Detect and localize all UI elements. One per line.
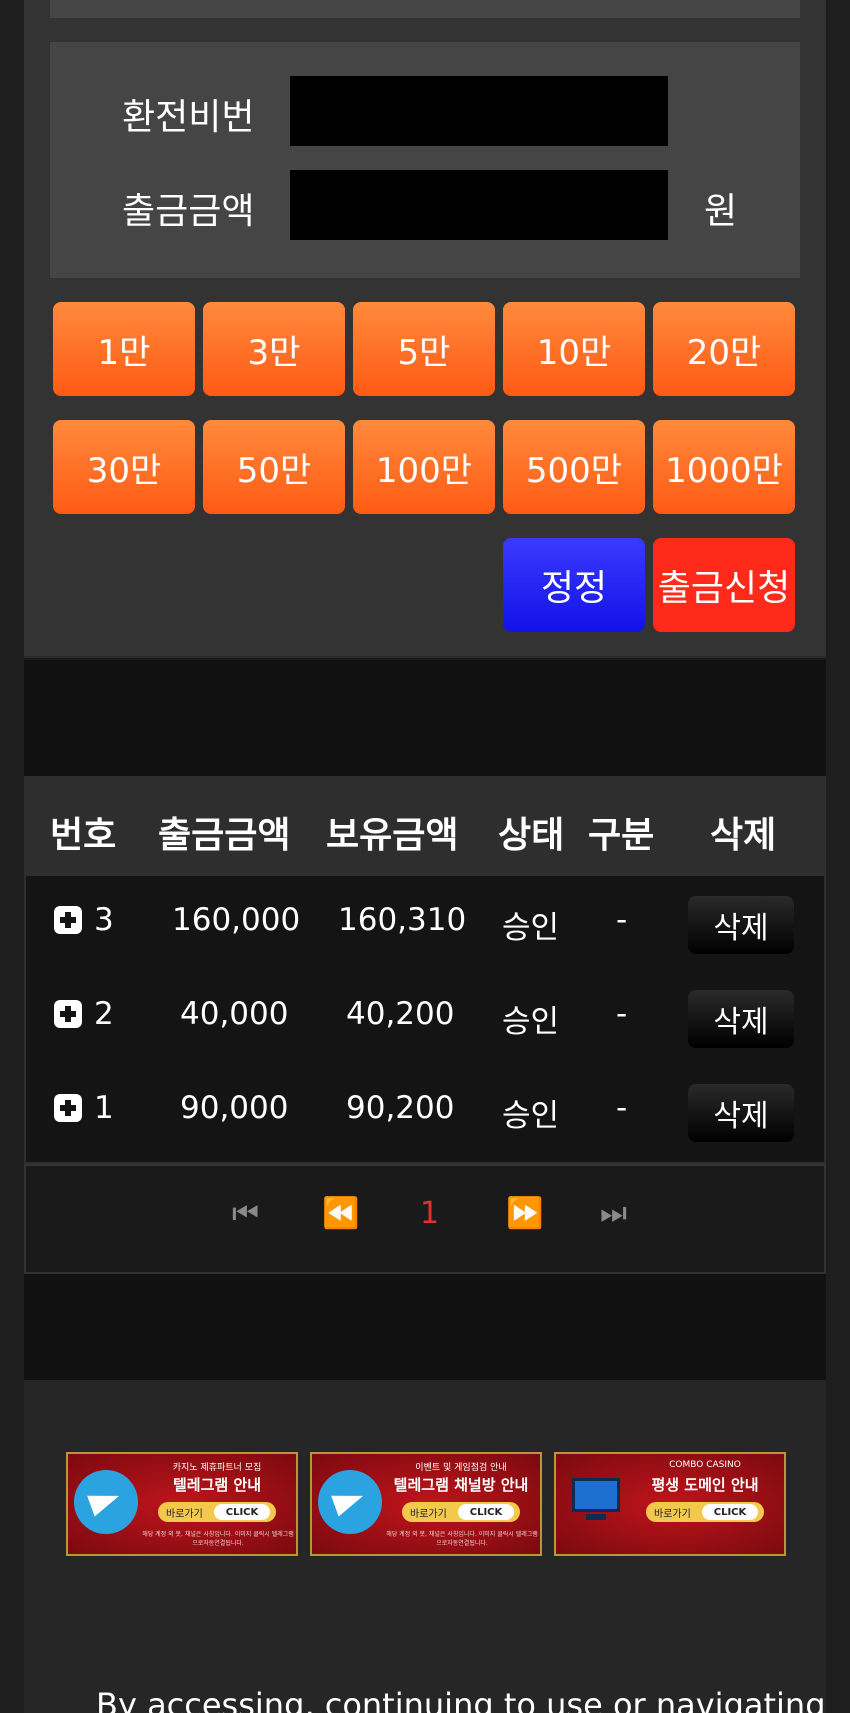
telegram-channel-banner[interactable]: 이벤트 및 게임점검 안내 텔레그램 채널방 안내 바로가기 CLICK 해당 …	[310, 1452, 542, 1556]
amount-button-5[interactable]: 5만	[353, 302, 495, 396]
domain-banner[interactable]: COMBO CASINO 평생 도메인 안내 바로가기 CLICK	[554, 1452, 786, 1556]
pill-label: 바로가기	[654, 1508, 691, 1520]
telegram-icon	[74, 1470, 138, 1534]
prev-page-icon[interactable]: ⏪	[322, 1196, 359, 1231]
header-type: 구분	[588, 815, 655, 856]
banner-title: 평생 도메인 안내	[651, 1476, 759, 1494]
amount-button-1000[interactable]: 1000만	[653, 420, 795, 514]
delete-button[interactable]: 삭제	[688, 990, 794, 1048]
banner-pill: 바로가기 CLICK	[646, 1502, 764, 1522]
withdraw-history-table: 번호 출금금액 보유금액 상태 구분 삭제 3 160,000 160,310 …	[24, 776, 826, 1164]
banner-subtitle: 카지노 제휴파트너 모집	[172, 1463, 262, 1473]
banner-pill: 바로가기 CLICK	[402, 1502, 520, 1522]
telegram-banner[interactable]: 카지노 제휴파트너 모집 텔레그램 안내 바로가기 CLICK 해당 계정 외 …	[66, 1452, 298, 1556]
row-no: 3	[94, 902, 114, 938]
pill-click: CLICK	[458, 1504, 514, 1520]
amount-button-1[interactable]: 1만	[53, 302, 195, 396]
banner-pill: 바로가기 CLICK	[158, 1502, 276, 1522]
amount-button-50[interactable]: 50만	[203, 420, 345, 514]
spacer	[24, 1274, 826, 1380]
header-withdraw: 출금금액	[158, 815, 291, 856]
table-row: 2 40,000 40,200 승인 - 삭제	[26, 970, 824, 1064]
row-no: 1	[94, 1090, 114, 1126]
spacer	[24, 660, 826, 776]
row-withdraw: 90,000	[180, 1090, 289, 1126]
left-margin	[0, 0, 24, 1713]
table-row: 3 160,000 160,310 승인 - 삭제	[26, 876, 824, 970]
row-status: 승인	[502, 1004, 560, 1040]
row-status: 승인	[502, 1098, 560, 1134]
table-row: 1 90,000 90,200 승인 - 삭제	[26, 1064, 824, 1158]
amount-button-100[interactable]: 100만	[353, 420, 495, 514]
banner-title: 텔레그램 안내	[172, 1476, 262, 1494]
header-delete: 삭제	[710, 815, 777, 856]
banner-subtitle: 이벤트 및 게임점검 안내	[415, 1463, 507, 1473]
correct-button[interactable]: 정정	[503, 538, 645, 632]
banner-title: 텔레그램 채널방 안내	[393, 1476, 529, 1494]
page: 환전비번 출금금액 원 1만 3만 5만 10만 20만 30만 50만 100…	[0, 0, 850, 1713]
expand-plus-icon[interactable]	[54, 1000, 82, 1028]
row-balance: 160,310	[338, 902, 467, 938]
page-number-current[interactable]: 1	[420, 1196, 439, 1231]
table-header: 번호 출금금액 보유금액 상태 구분 삭제	[26, 778, 824, 876]
legal-text: By accessing, continuing to use or navig…	[96, 1686, 826, 1713]
withdraw-form: 환전비번 출금금액 원	[50, 42, 800, 278]
pin-label: 환전비번	[122, 97, 255, 138]
next-page-icon[interactable]: ⏩	[506, 1196, 543, 1231]
pill-label: 바로가기	[410, 1508, 447, 1520]
amount-button-20[interactable]: 20만	[653, 302, 795, 396]
telegram-icon	[318, 1470, 382, 1534]
last-page-icon[interactable]: ⏭	[600, 1196, 627, 1231]
delete-button[interactable]: 삭제	[688, 1084, 794, 1142]
right-margin	[826, 0, 850, 1713]
pill-click: CLICK	[702, 1504, 758, 1520]
amount-button-10[interactable]: 10만	[503, 302, 645, 396]
footer: 카지노 제휴파트너 모집 텔레그램 안내 바로가기 CLICK 해당 계정 외 …	[24, 1380, 826, 1713]
amount-unit: 원	[704, 191, 738, 232]
banner-subtitle: COMBO CASINO	[669, 1460, 741, 1470]
expand-plus-icon[interactable]	[54, 1094, 82, 1122]
header-balance: 보유금액	[326, 815, 459, 856]
amount-label: 출금금액	[122, 191, 255, 232]
amount-button-30[interactable]: 30만	[53, 420, 195, 514]
row-type: -	[616, 996, 628, 1032]
row-withdraw: 160,000	[172, 902, 301, 938]
amount-button-3[interactable]: 3만	[203, 302, 345, 396]
delete-button[interactable]: 삭제	[688, 896, 794, 954]
monitor-icon	[572, 1478, 620, 1512]
first-page-icon[interactable]: ⏮	[232, 1196, 259, 1231]
header-no: 번호	[50, 815, 117, 856]
banner-note: 해당 계정 외 봇, 채널은 사칭입니다. 이미지 클릭시 텔레그램으로자동연결…	[142, 1531, 294, 1547]
amount-button-500[interactable]: 500만	[503, 420, 645, 514]
row-no: 2	[94, 996, 114, 1032]
pin-input[interactable]	[290, 76, 668, 146]
top-strip	[50, 0, 800, 18]
row-type: -	[616, 1090, 628, 1126]
row-balance: 40,200	[346, 996, 455, 1032]
pagination: ⏮ ⏪ 1 ⏩ ⏭	[24, 1164, 826, 1274]
row-withdraw: 40,000	[180, 996, 289, 1032]
amount-input[interactable]	[290, 170, 668, 240]
pill-click: CLICK	[214, 1504, 270, 1520]
pill-label: 바로가기	[166, 1508, 203, 1520]
banner-note: 해당 계정 외 봇, 채널은 사칭입니다. 이미지 클릭시 텔레그램으로자동연결…	[386, 1531, 538, 1547]
submit-withdraw-button[interactable]: 출금신청	[653, 538, 795, 632]
row-type: -	[616, 902, 628, 938]
monitor-stand	[586, 1514, 606, 1520]
withdraw-panel: 환전비번 출금금액 원 1만 3만 5만 10만 20만 30만 50만 100…	[24, 0, 826, 658]
expand-plus-icon[interactable]	[54, 906, 82, 934]
row-balance: 90,200	[346, 1090, 455, 1126]
header-status: 상태	[498, 815, 565, 856]
row-status: 승인	[502, 910, 560, 946]
